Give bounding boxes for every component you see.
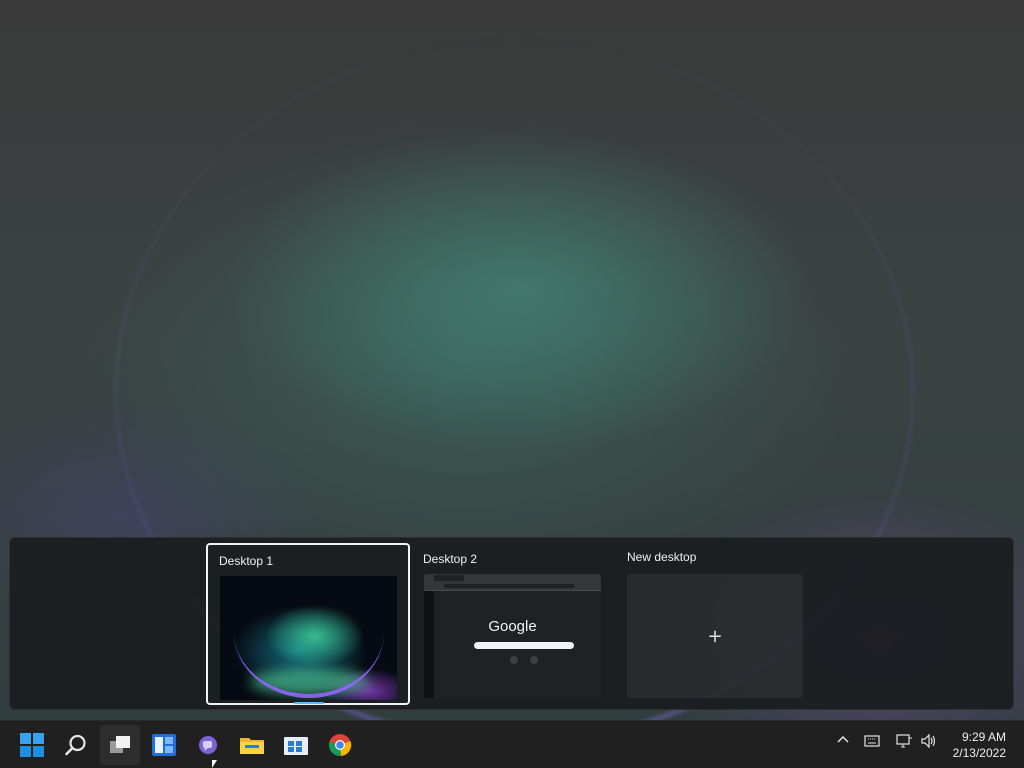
chrome-tab-strip xyxy=(424,574,601,582)
mouse-pointer xyxy=(212,760,217,768)
folder-icon xyxy=(240,738,264,754)
task-view-panel: Desktop 1 Desktop 2 Google New desktop + xyxy=(9,537,1014,710)
widgets-button[interactable] xyxy=(144,725,184,765)
microsoft-store-button[interactable] xyxy=(276,725,316,765)
clock[interactable]: 9:29 AM 2/13/2022 xyxy=(953,729,1006,761)
desktop-2-thumbnail[interactable]: Google xyxy=(424,574,601,698)
taskbar: 9:29 AM 2/13/2022 xyxy=(0,720,1024,768)
chrome-omnibox xyxy=(444,584,574,588)
thumbnail-sidebar xyxy=(424,574,434,698)
google-logo: Google xyxy=(488,618,537,635)
chat-icon xyxy=(199,736,217,754)
clock-time: 9:29 AM xyxy=(961,730,1006,744)
new-desktop-card[interactable]: New desktop + xyxy=(617,543,807,705)
chat-button[interactable] xyxy=(188,725,228,765)
widgets-icon xyxy=(152,734,176,756)
task-view-button[interactable] xyxy=(100,725,140,765)
desktop-1-thumbnail[interactable] xyxy=(220,576,397,700)
clock-date: 2/13/2022 xyxy=(952,746,1006,760)
file-explorer-button[interactable] xyxy=(232,725,272,765)
search-button[interactable] xyxy=(56,725,96,765)
windows-logo-icon xyxy=(20,733,44,757)
volume-icon[interactable] xyxy=(920,733,938,753)
new-desktop-label: New desktop xyxy=(627,550,697,564)
chrome-icon xyxy=(329,734,352,757)
desktop-1-card[interactable]: Desktop 1 xyxy=(206,543,410,705)
google-search-box xyxy=(474,642,574,649)
search-icon xyxy=(65,734,86,756)
chevron-up-icon[interactable] xyxy=(836,733,850,751)
new-desktop-button[interactable]: + xyxy=(627,574,803,698)
start-button[interactable] xyxy=(12,725,52,765)
google-shortcuts xyxy=(510,656,540,670)
network-icon[interactable] xyxy=(895,733,913,753)
desktop-1-label: Desktop 1 xyxy=(219,554,274,568)
desktop-2-label: Desktop 2 xyxy=(423,552,478,566)
desktop-2-card[interactable]: Desktop 2 Google xyxy=(412,543,612,705)
chrome-button[interactable] xyxy=(320,725,360,765)
store-icon xyxy=(284,737,308,755)
task-view-icon xyxy=(110,736,130,753)
active-desktop-indicator xyxy=(294,702,324,704)
keyboard-icon[interactable] xyxy=(864,734,880,752)
plus-icon: + xyxy=(707,625,723,647)
